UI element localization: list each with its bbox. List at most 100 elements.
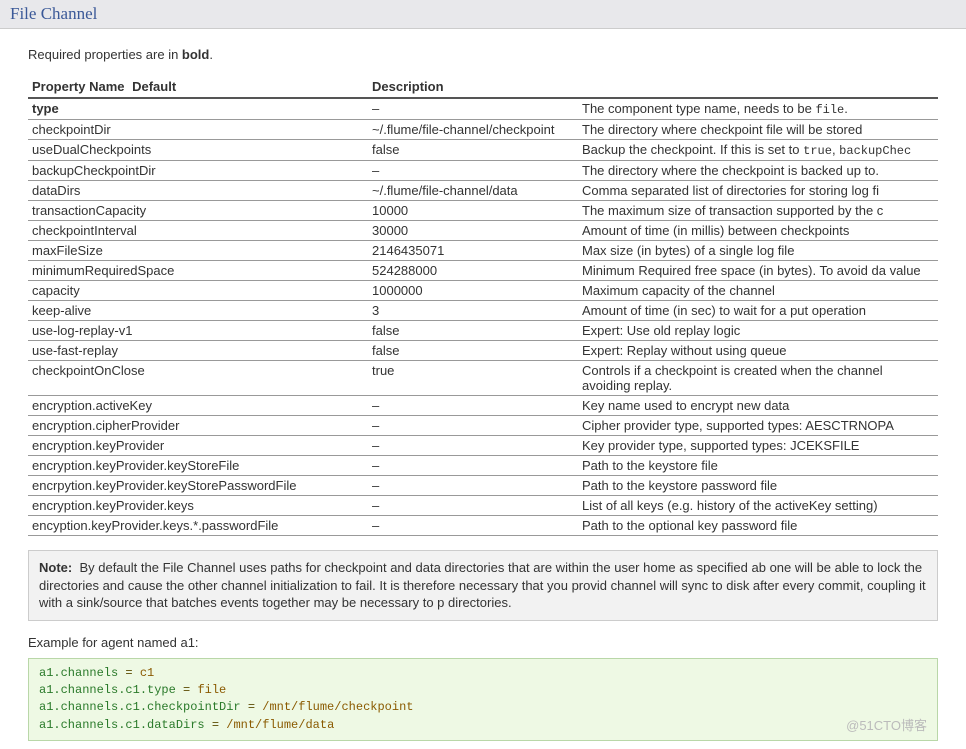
cell-description: Expert: Use old replay logic — [578, 321, 938, 341]
table-row: checkpointDir~/.flume/file-channel/check… — [28, 120, 938, 140]
table-row: keep-alive3Amount of time (in sec) to wa… — [28, 301, 938, 321]
table-row: encryption.keyProvider–Key provider type… — [28, 436, 938, 456]
cell-description: Key provider type, supported types: JCEK… — [578, 436, 938, 456]
cell-description: The maximum size of transaction supporte… — [578, 201, 938, 221]
table-row: transactionCapacity10000The maximum size… — [28, 201, 938, 221]
cell-property-name: dataDirs — [28, 181, 368, 201]
table-row: backupCheckpointDir–The directory where … — [28, 161, 938, 181]
code-example: a1.channels = c1a1.channels.c1.type = fi… — [28, 658, 938, 742]
section-title: File Channel — [10, 4, 97, 23]
cell-description: Key name used to encrypt new data — [578, 396, 938, 416]
note-text: By default the File Channel uses paths f… — [39, 560, 926, 610]
table-row: encryption.keyProvider.keys–List of all … — [28, 496, 938, 516]
cell-description: Expert: Replay without using queue — [578, 341, 938, 361]
note-label: Note: — [39, 560, 72, 575]
table-row: checkpointInterval30000Amount of time (i… — [28, 221, 938, 241]
table-row: use-fast-replayfalseExpert: Replay witho… — [28, 341, 938, 361]
cell-description: Minimum Required free space (in bytes). … — [578, 261, 938, 281]
cell-property-name: encryption.activeKey — [28, 396, 368, 416]
cell-property-name: keep-alive — [28, 301, 368, 321]
cell-default: 524288000 — [368, 261, 578, 281]
cell-default: 2146435071 — [368, 241, 578, 261]
cell-property-name: encryption.keyProvider — [28, 436, 368, 456]
cell-default: – — [368, 496, 578, 516]
code-line: a1.channels.c1.type = file — [39, 682, 927, 699]
content-area: Required properties are in bold. Propert… — [0, 29, 966, 749]
table-row: dataDirs~/.flume/file-channel/dataComma … — [28, 181, 938, 201]
table-row: use-log-replay-v1falseExpert: Use old re… — [28, 321, 938, 341]
cell-property-name: backupCheckpointDir — [28, 161, 368, 181]
cell-default: true — [368, 361, 578, 396]
cell-default: – — [368, 476, 578, 496]
properties-table: Property Name Default Description type–T… — [28, 76, 938, 536]
cell-property-name: encryption.keyProvider.keys — [28, 496, 368, 516]
cell-default: false — [368, 140, 578, 161]
cell-default: false — [368, 341, 578, 361]
cell-description: Controls if a checkpoint is created when… — [578, 361, 938, 396]
cell-property-name: use-fast-replay — [28, 341, 368, 361]
cell-description: Comma separated list of directories for … — [578, 181, 938, 201]
header-property-name: Property Name Default — [28, 76, 368, 98]
cell-property-name: checkpointOnClose — [28, 361, 368, 396]
cell-property-name: transactionCapacity — [28, 201, 368, 221]
cell-default: 3 — [368, 301, 578, 321]
table-row: type–The component type name, needs to b… — [28, 98, 938, 120]
cell-default: – — [368, 396, 578, 416]
cell-property-name: encryption.cipherProvider — [28, 416, 368, 436]
cell-description: Amount of time (in millis) between check… — [578, 221, 938, 241]
cell-default: – — [368, 98, 578, 120]
table-row: encrpytion.keyProvider.keyStorePasswordF… — [28, 476, 938, 496]
cell-default: – — [368, 456, 578, 476]
watermark: @51CTO博客 — [846, 717, 927, 736]
section-header: File Channel — [0, 0, 966, 29]
table-row: minimumRequiredSpace524288000Minimum Req… — [28, 261, 938, 281]
table-row: encryption.cipherProvider–Cipher provide… — [28, 416, 938, 436]
cell-default: 30000 — [368, 221, 578, 241]
header-blank — [578, 76, 938, 98]
intro-bold: bold — [182, 47, 209, 62]
table-row: maxFileSize2146435071Max size (in bytes)… — [28, 241, 938, 261]
cell-default: – — [368, 161, 578, 181]
cell-description: List of all keys (e.g. history of the ac… — [578, 496, 938, 516]
cell-description: Path to the keystore file — [578, 456, 938, 476]
cell-property-name: minimumRequiredSpace — [28, 261, 368, 281]
header-description: Description — [368, 76, 578, 98]
cell-description: Cipher provider type, supported types: A… — [578, 416, 938, 436]
cell-default: false — [368, 321, 578, 341]
cell-description: Path to the keystore password file — [578, 476, 938, 496]
cell-property-name: useDualCheckpoints — [28, 140, 368, 161]
cell-property-name: encrpytion.keyProvider.keyStorePasswordF… — [28, 476, 368, 496]
cell-default: ~/.flume/file-channel/data — [368, 181, 578, 201]
cell-default: 10000 — [368, 201, 578, 221]
cell-description: Amount of time (in sec) to wait for a pu… — [578, 301, 938, 321]
cell-default: 1000000 — [368, 281, 578, 301]
table-row: encyption.keyProvider.keys.*.passwordFil… — [28, 516, 938, 536]
intro-prefix: Required properties are in — [28, 47, 182, 62]
cell-property-name: capacity — [28, 281, 368, 301]
cell-description: Maximum capacity of the channel — [578, 281, 938, 301]
cell-property-name: maxFileSize — [28, 241, 368, 261]
cell-description: Path to the optional key password file — [578, 516, 938, 536]
cell-property-name: checkpointInterval — [28, 221, 368, 241]
cell-default: – — [368, 436, 578, 456]
cell-default: – — [368, 416, 578, 436]
cell-default: – — [368, 516, 578, 536]
table-row: useDualCheckpointsfalseBackup the checkp… — [28, 140, 938, 161]
code-line: a1.channels = c1 — [39, 665, 927, 682]
cell-default: ~/.flume/file-channel/checkpoint — [368, 120, 578, 140]
cell-property-name: encryption.keyProvider.keyStoreFile — [28, 456, 368, 476]
cell-property-name: use-log-replay-v1 — [28, 321, 368, 341]
example-label: Example for agent named a1: — [28, 635, 938, 650]
cell-description: Backup the checkpoint. If this is set to… — [578, 140, 938, 161]
table-row: checkpointOnClosetrueControls if a check… — [28, 361, 938, 396]
intro-suffix: . — [209, 47, 213, 62]
table-row: encryption.keyProvider.keyStoreFile–Path… — [28, 456, 938, 476]
table-row: encryption.activeKey–Key name used to en… — [28, 396, 938, 416]
table-row: capacity1000000Maximum capacity of the c… — [28, 281, 938, 301]
cell-description: Max size (in bytes) of a single log file — [578, 241, 938, 261]
code-line: a1.channels.c1.dataDirs = /mnt/flume/dat… — [39, 717, 927, 734]
cell-description: The directory where the checkpoint is ba… — [578, 161, 938, 181]
cell-description: The component type name, needs to be fil… — [578, 98, 938, 120]
table-header-row: Property Name Default Description — [28, 76, 938, 98]
intro-text: Required properties are in bold. — [28, 47, 938, 62]
